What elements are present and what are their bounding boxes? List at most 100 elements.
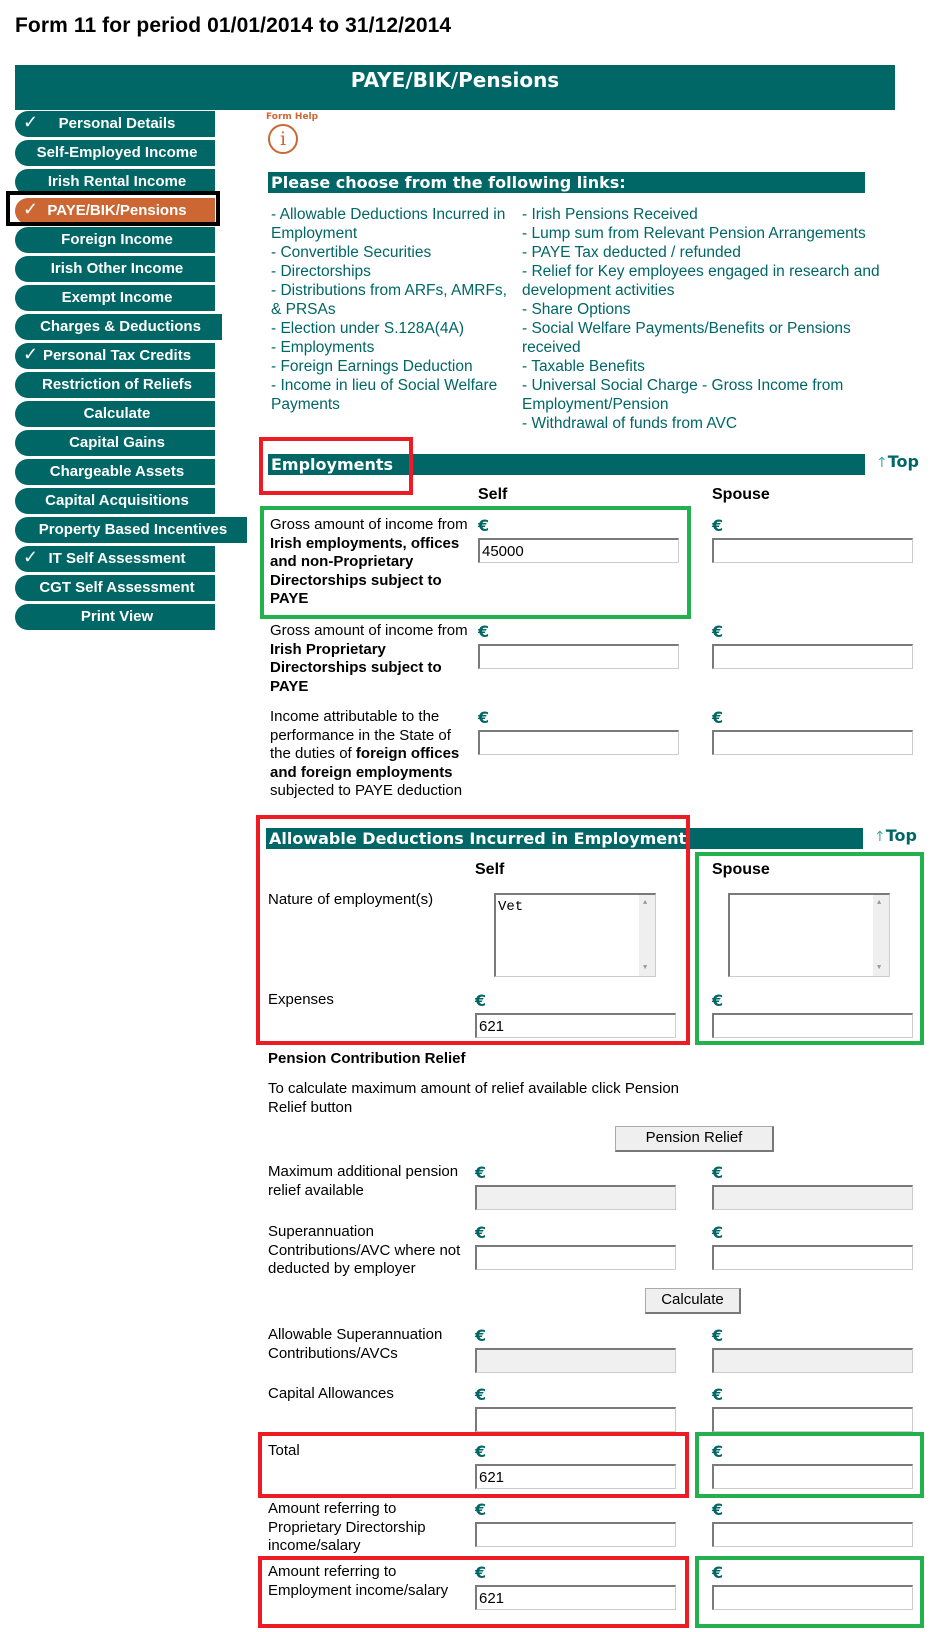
max-relief-spouse-input: [712, 1185, 913, 1210]
top-link[interactable]: ↑Top: [876, 452, 919, 471]
euro-icon: €: [475, 1326, 487, 1345]
max-relief-label: Maximum additional pension relief availa…: [268, 1163, 459, 1199]
annotation-box-green: [695, 1432, 924, 1498]
link-taxable-benefits[interactable]: - Taxable Benefits: [522, 357, 902, 376]
sidebar-item-property-based-incentives[interactable]: Property Based Incentives: [15, 517, 247, 543]
sidebar-item-calculate[interactable]: Calculate: [15, 401, 215, 427]
check-icon: ✓: [23, 344, 39, 364]
link-allowable-deductions[interactable]: - Allowable Deductions Incurred in Emplo…: [271, 205, 519, 243]
euro-icon: €: [478, 622, 490, 641]
top-link[interactable]: ↑Top: [874, 826, 917, 845]
sidebar-item-label: Chargeable Assets: [49, 463, 185, 480]
link-foreign-earnings-deduction[interactable]: - Foreign Earnings Deduction: [271, 357, 519, 376]
euro-icon: €: [475, 1163, 487, 1182]
section-banner: PAYE/BIK/Pensions: [15, 65, 895, 110]
links-column-right: - Irish Pensions Received - Lump sum fro…: [522, 205, 902, 433]
capital-allowances-spouse-input[interactable]: [712, 1407, 913, 1432]
sidebar-item-personal-details[interactable]: ✓ Personal Details: [15, 111, 215, 137]
euro-icon: €: [712, 516, 724, 535]
euro-icon: €: [712, 1163, 724, 1182]
annotation-box-green: [695, 852, 924, 1045]
link-social-welfare-payments[interactable]: - Social Welfare Payments/Benefits or Pe…: [522, 319, 902, 357]
links-heading: Please choose from the following links:: [268, 172, 865, 193]
proprietary-directorship-amount-label: Amount referring to Proprietary Director…: [268, 1500, 426, 1554]
info-icon[interactable]: i: [268, 124, 298, 154]
link-income-in-lieu-social-welfare[interactable]: - Income in lieu of Social Welfare Payme…: [271, 376, 519, 414]
sidebar-item-restriction-of-reliefs[interactable]: Restriction of Reliefs: [15, 372, 215, 398]
annotation-box-red: [258, 1556, 689, 1628]
proprietary-directorships-label: Gross amount of income from Irish Propri…: [270, 622, 468, 695]
link-directorships[interactable]: - Directorships: [271, 262, 519, 281]
link-paye-tax-deducted[interactable]: - PAYE Tax deducted / refunded: [522, 243, 902, 262]
pension-relief-heading: Pension Contribution Relief: [268, 1050, 466, 1067]
pension-relief-note: To calculate maximum amount of relief av…: [268, 1080, 680, 1116]
calculate-button[interactable]: Calculate: [645, 1288, 741, 1314]
sidebar-item-label: IT Self Assessment: [48, 550, 186, 567]
up-arrow-icon: ↑: [874, 829, 886, 845]
euro-icon: €: [475, 1500, 487, 1519]
euro-icon: €: [475, 1385, 487, 1404]
euro-icon: €: [478, 708, 490, 727]
allowable-superannuation-self-input: [475, 1348, 676, 1373]
link-lump-sum-pension[interactable]: - Lump sum from Relevant Pension Arrange…: [522, 224, 902, 243]
superannuation-spouse-input[interactable]: [712, 1245, 913, 1270]
link-convertible-securities[interactable]: - Convertible Securities: [271, 243, 519, 262]
annotation-box-green: [695, 1556, 924, 1628]
link-share-options[interactable]: - Share Options: [522, 300, 902, 319]
top-link-label: Top: [887, 452, 919, 471]
superannuation-self-input[interactable]: [475, 1245, 676, 1270]
sidebar-item-capital-acquisitions[interactable]: Capital Acquisitions: [15, 488, 215, 514]
annotation-box-green: [260, 506, 691, 619]
euro-icon: €: [712, 708, 724, 727]
page-title: Form 11 for period 01/01/2014 to 31/12/2…: [15, 14, 452, 37]
sidebar-item-label: Foreign Income: [61, 231, 173, 248]
sidebar-item-chargeable-assets[interactable]: Chargeable Assets: [15, 459, 215, 485]
sidebar-item-personal-tax-credits[interactable]: ✓ Personal Tax Credits: [15, 343, 215, 369]
sidebar-item-exempt-income[interactable]: Exempt Income: [15, 285, 215, 311]
sidebar-item-irish-other-income[interactable]: Irish Other Income: [15, 256, 215, 282]
proprietary-directorship-amount-spouse-input[interactable]: [712, 1522, 913, 1547]
sidebar-item-cgt-self-assessment[interactable]: CGT Self Assessment: [15, 575, 215, 601]
proprietary-directorships-self-input[interactable]: [478, 644, 679, 669]
sidebar-item-it-self-assessment[interactable]: ✓ IT Self Assessment: [15, 546, 215, 572]
check-icon: ✓: [23, 112, 39, 132]
foreign-offices-self-input[interactable]: [478, 730, 679, 755]
annotation-box-red: [259, 437, 413, 495]
foreign-offices-spouse-input[interactable]: [712, 730, 913, 755]
sidebar-item-foreign-income[interactable]: Foreign Income: [15, 227, 215, 253]
euro-icon: €: [712, 1223, 724, 1242]
link-universal-social-charge[interactable]: - Universal Social Charge - Gross Income…: [522, 376, 902, 414]
proprietary-directorships-spouse-input[interactable]: [712, 644, 913, 669]
link-employments[interactable]: - Employments: [271, 338, 519, 357]
link-withdrawal-avc[interactable]: - Withdrawal of funds from AVC: [522, 414, 902, 433]
sidebar-item-charges-deductions[interactable]: Charges & Deductions: [15, 314, 222, 340]
euro-icon: €: [712, 622, 724, 641]
euro-icon: €: [475, 1223, 487, 1242]
capital-allowances-self-input[interactable]: [475, 1407, 676, 1432]
sidebar-item-print-view[interactable]: Print View: [15, 604, 215, 630]
link-relief-key-employees[interactable]: - Relief for Key employees engaged in re…: [522, 262, 902, 300]
annotation-box-red: [258, 1432, 689, 1498]
allowable-superannuation-spouse-input: [712, 1348, 913, 1373]
sidebar-item-label: CGT Self Assessment: [39, 579, 195, 596]
links-column-left: - Allowable Deductions Incurred in Emplo…: [271, 205, 519, 414]
sidebar-item-label: Capital Gains: [69, 434, 165, 451]
form-help-label[interactable]: Form Help: [266, 112, 318, 122]
self-column-header: Self: [478, 486, 508, 503]
pension-relief-button[interactable]: Pension Relief: [615, 1126, 774, 1152]
max-relief-self-input: [475, 1185, 676, 1210]
proprietary-directorship-amount-self-input[interactable]: [475, 1522, 676, 1547]
link-election-s128a[interactable]: - Election under S.128A(4A): [271, 319, 519, 338]
annotation-box-red: [256, 815, 690, 1045]
active-item-highlight-box: [6, 191, 220, 226]
sidebar-item-label: Exempt Income: [61, 289, 173, 306]
sidebar-item-label: Personal Tax Credits: [42, 347, 192, 364]
sidebar-item-self-employed-income[interactable]: Self-Employed Income: [15, 140, 215, 166]
sidebar-item-label: Personal Details: [58, 115, 176, 132]
irish-employments-spouse-input[interactable]: [712, 538, 913, 563]
link-irish-pensions-received[interactable]: - Irish Pensions Received: [522, 205, 902, 224]
sidebar-item-capital-gains[interactable]: Capital Gains: [15, 430, 215, 456]
sidebar-nav: ✓ Personal Details Self-Employed Income I…: [15, 111, 247, 633]
link-distributions-arfs[interactable]: - Distributions from ARFs, AMRFs, & PRSA…: [271, 281, 519, 319]
sidebar-item-label: Property Based Incentives: [38, 521, 228, 538]
